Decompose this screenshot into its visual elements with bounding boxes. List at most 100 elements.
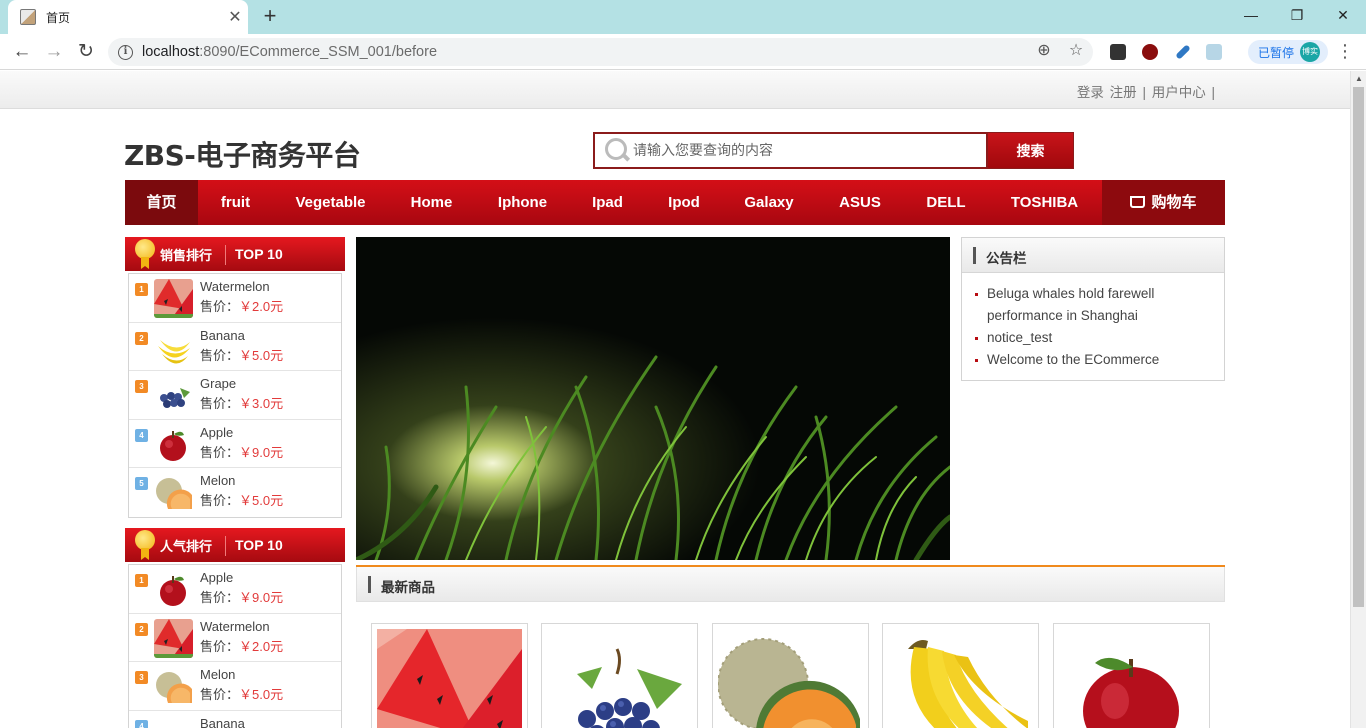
rank-badge: 1 <box>135 574 148 587</box>
nav-item-iphone[interactable]: Iphone <box>475 180 570 225</box>
price-label: 售价： <box>200 493 240 508</box>
popular-rank-header: 人气排行 TOP 10 <box>125 528 345 562</box>
product-name[interactable]: Banana <box>200 716 245 728</box>
notice-item[interactable]: notice_test <box>975 327 1214 349</box>
pen-extension-icon[interactable] <box>1175 44 1191 60</box>
list-item[interactable]: 4 Banana <box>129 711 341 728</box>
newest-title: 最新商品 <box>381 580 435 595</box>
product-card-banana[interactable] <box>882 623 1039 728</box>
product-name[interactable]: Watermelon <box>200 619 270 634</box>
notice-list: Beluga whales hold farewell performance … <box>962 273 1224 371</box>
product-name[interactable]: Apple <box>200 425 233 440</box>
extension-tab-icon[interactable] <box>1110 44 1126 60</box>
apple-thumbnail[interactable] <box>154 424 193 464</box>
product-name[interactable]: Grape <box>200 376 236 391</box>
top-strip: 登录 注册 | 用户中心 | <box>0 71 1350 109</box>
list-item[interactable]: 2 Watermelon 售价：￥2.0元 <box>129 614 341 662</box>
bookmark-star-icon[interactable]: ☆ <box>1066 40 1086 60</box>
ublock-icon[interactable] <box>1142 44 1158 60</box>
nav-item-home[interactable]: 首页 <box>125 180 198 225</box>
nav-item-ipad[interactable]: Ipad <box>570 180 645 225</box>
nav-item-cart[interactable]: 购物车 <box>1102 180 1225 225</box>
minimize-icon[interactable]: — <box>1228 0 1274 30</box>
sales-rank-header: 销售排行 TOP 10 <box>125 237 345 271</box>
sales-rank-title: 销售排行 <box>160 248 213 263</box>
login-link[interactable]: 登录 <box>1077 85 1104 100</box>
nav-item-toshiba[interactable]: TOSHIBA <box>987 180 1102 225</box>
product-card-melon[interactable] <box>712 623 869 728</box>
melon-thumbnail[interactable] <box>154 473 193 512</box>
header-bar <box>368 576 371 593</box>
profile-paused-button[interactable]: 已暂停 博实 <box>1248 40 1328 64</box>
scrollbar-thumb[interactable] <box>1353 87 1364 607</box>
zoom-icon[interactable]: ⊕ <box>1034 40 1054 60</box>
search-input[interactable] <box>633 135 973 166</box>
list-item[interactable]: 1 Watermelon 售价：￥2.0元 <box>129 274 341 323</box>
rank-badge: 1 <box>135 283 148 296</box>
banana-thumbnail[interactable] <box>154 327 193 367</box>
list-item[interactable]: 4 Apple 售价：￥9.0元 <box>129 420 341 468</box>
product-name[interactable]: Banana <box>200 328 245 343</box>
scroll-up-icon[interactable]: ▲ <box>1355 74 1363 83</box>
site-info-icon[interactable]: i <box>118 44 133 60</box>
product-card-watermelon[interactable] <box>371 623 528 728</box>
browser-tab-strip: 首页 ✕ + — ❐ ✕ <box>0 0 1366 34</box>
paused-label: 已暂停 <box>1258 45 1295 60</box>
extension-icon[interactable] <box>1206 44 1222 60</box>
grape-thumbnail[interactable] <box>154 376 193 415</box>
reload-icon[interactable]: ↻ <box>73 39 99 65</box>
register-link[interactable]: 注册 <box>1110 85 1137 100</box>
list-item[interactable]: 3 Grape 售价：￥3.0元 <box>129 371 341 420</box>
nav-item-fruit[interactable]: fruit <box>198 180 273 225</box>
list-item[interactable]: 3 Melon 售价：￥5.0元 <box>129 662 341 711</box>
rank-badge: 5 <box>135 477 148 490</box>
cart-icon <box>1130 196 1146 208</box>
page-scrollbar[interactable]: ▲ <box>1350 71 1366 728</box>
window-close-icon[interactable]: ✕ <box>1320 0 1366 30</box>
product-name[interactable]: Apple <box>200 570 233 585</box>
product-card-grape[interactable] <box>541 623 698 728</box>
list-item[interactable]: 2 Banana 售价：￥5.0元 <box>129 323 341 371</box>
new-tab-icon[interactable]: + <box>258 4 282 28</box>
medal-icon <box>135 239 155 259</box>
user-center-link[interactable]: 用户中心 <box>1152 85 1206 100</box>
browser-toolbar: ← → ↻ i localhost:8090/ECommerce_SSM_001… <box>0 34 1366 70</box>
close-tab-icon[interactable]: ✕ <box>222 7 248 27</box>
watermelon-thumbnail[interactable] <box>154 618 193 658</box>
sales-rank-list: 1 Watermelon 售价：￥2.0元 2 Banana 售价：￥5.0元 … <box>128 273 342 518</box>
banana-image <box>888 629 1033 728</box>
forward-icon[interactable]: → <box>41 39 67 65</box>
melon-thumbnail[interactable] <box>154 667 193 706</box>
back-icon[interactable]: ← <box>9 39 35 65</box>
popular-rank-title: 人气排行 <box>160 539 213 554</box>
nav-item-galaxy[interactable]: Galaxy <box>723 180 815 225</box>
browser-tab[interactable]: 首页 ✕ <box>8 0 248 34</box>
banana-thumbnail[interactable] <box>154 715 193 728</box>
product-price: ￥9.0元 <box>239 444 284 460</box>
search-button[interactable]: 搜索 <box>987 132 1074 169</box>
browser-menu-icon[interactable]: ⋮ <box>1336 40 1354 64</box>
restore-icon[interactable]: ❐ <box>1274 0 1320 30</box>
header-divider <box>225 536 226 556</box>
product-name[interactable]: Melon <box>200 473 235 488</box>
nav-item-vegetable[interactable]: Vegetable <box>273 180 388 225</box>
notice-item[interactable]: Beluga whales hold farewell performance … <box>975 283 1214 327</box>
apple-thumbnail[interactable] <box>154 570 193 609</box>
product-card-apple[interactable] <box>1053 623 1210 728</box>
site-logo[interactable]: ZBS-电子商务平台 <box>124 134 361 174</box>
nav-item-asus[interactable]: ASUS <box>815 180 905 225</box>
page-favicon-icon <box>20 9 36 25</box>
popular-rank-panel: 人气排行 TOP 10 1 Apple 售价：￥9.0元 2 Watermelo… <box>125 528 345 728</box>
watermelon-thumbnail[interactable] <box>154 279 193 318</box>
list-item[interactable]: 5 Melon 售价：￥5.0元 <box>129 468 341 517</box>
nav-item-ipod[interactable]: Ipod <box>645 180 723 225</box>
nav-item-dell[interactable]: DELL <box>905 180 987 225</box>
nav-item-home-category[interactable]: Home <box>388 180 475 225</box>
list-item[interactable]: 1 Apple 售价：￥9.0元 <box>129 565 341 614</box>
hero-banner[interactable] <box>356 237 950 560</box>
notice-item[interactable]: Welcome to the ECommerce <box>975 349 1214 371</box>
notice-header: 公告栏 <box>962 238 1224 273</box>
address-bar[interactable]: i localhost:8090/ECommerce_SSM_001/befor… <box>108 38 1093 66</box>
product-name[interactable]: Watermelon <box>200 279 270 294</box>
product-name[interactable]: Melon <box>200 667 235 682</box>
